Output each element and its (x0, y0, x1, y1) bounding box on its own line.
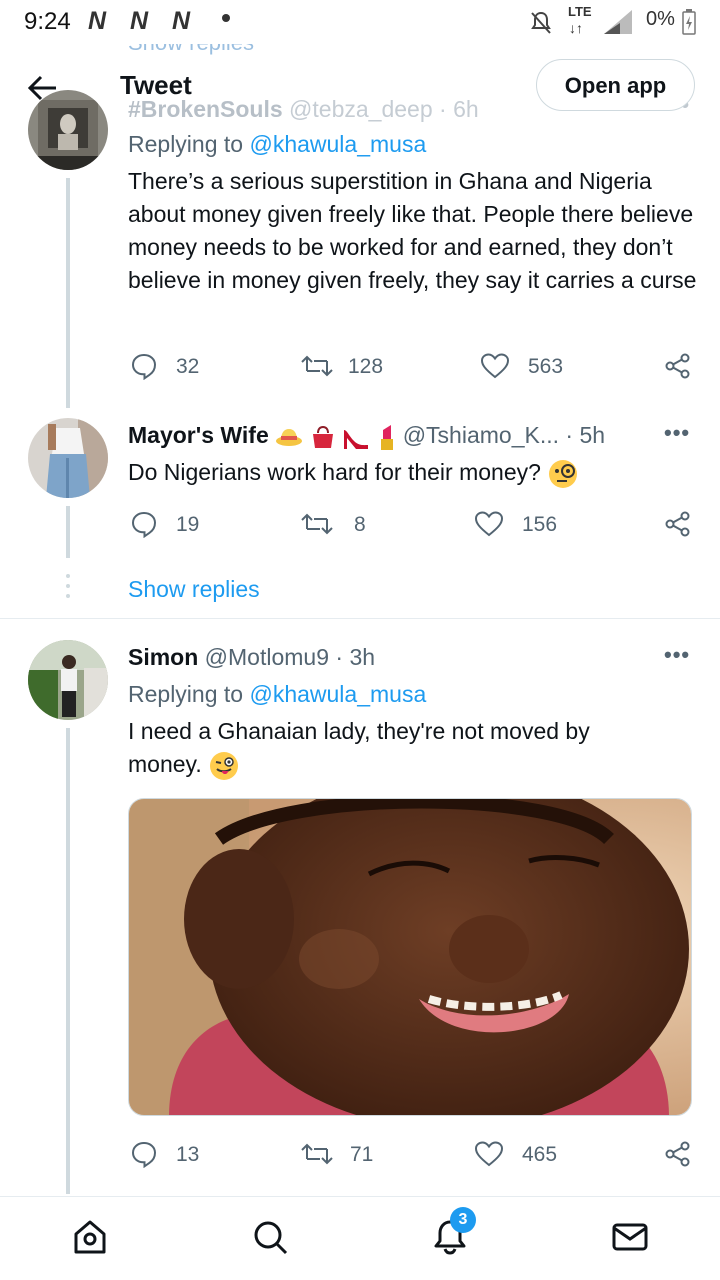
lte-label: LTE (568, 4, 592, 19)
mention-link[interactable]: @khawula_musa (249, 131, 426, 157)
like-count: 465 (522, 1143, 558, 1166)
tweet-text: I need a Ghanaian lady, they're not move… (128, 715, 648, 782)
status-bar: 9:24 N N N LTE ↓↑ 0% (0, 0, 720, 44)
share-icon (665, 511, 690, 537)
replying-to: Replying to @khawula_musa (128, 131, 427, 157)
tweet-text: There’s a serious superstition in Ghana … (128, 168, 697, 293)
retweet-count: 128 (348, 355, 384, 378)
tweet-item[interactable]: Mayor's Wife @Tshiamo_K... · 5h ••• Do N… (0, 416, 720, 616)
mute-icon (531, 11, 551, 34)
header-bar: Show replies Tweet Open app (0, 30, 720, 120)
like-count: 563 (528, 355, 564, 378)
tweet-media-image[interactable] (128, 798, 692, 1116)
reply-icon (131, 353, 157, 380)
heart-icon (474, 511, 504, 537)
retweet-icon (301, 355, 333, 377)
network-icon: N (172, 7, 191, 35)
tweet-author[interactable]: Simon @Motlomu9 · 3h (128, 644, 375, 671)
back-arrow-icon[interactable] (26, 70, 62, 106)
heart-icon (474, 1141, 504, 1167)
more-options-icon[interactable]: ••• (664, 642, 690, 668)
thread-line (66, 178, 70, 408)
battery-percent: 0% (646, 8, 675, 30)
laughing-child-photo (129, 799, 691, 1115)
notification-dot (222, 14, 230, 22)
reply-count: 32 (176, 355, 200, 378)
reply-count: 19 (176, 513, 200, 536)
reply-icon (131, 1141, 157, 1168)
winking-tongue-emoji-icon (210, 751, 239, 780)
network-icon: N (130, 7, 149, 35)
like-count: 156 (522, 513, 558, 536)
more-options-icon[interactable]: ••• (664, 420, 690, 446)
open-app-button[interactable]: Open app (536, 59, 695, 111)
mail-icon[interactable] (610, 1217, 650, 1257)
thread-dots (66, 574, 70, 604)
heart-icon (480, 353, 510, 379)
thread-line (66, 506, 70, 558)
monocle-face-emoji-icon (549, 459, 578, 488)
retweet-count: 71 (350, 1143, 374, 1166)
high-heel-emoji-icon (343, 429, 368, 449)
status-time: 9:24 (24, 8, 71, 35)
data-arrows-icon: ↓↑ (569, 20, 583, 36)
page-title: Tweet (120, 70, 192, 100)
battery-icon (682, 9, 696, 35)
tweet-item[interactable]: Simon @Motlomu9 · 3h ••• Replying to @kh… (0, 638, 720, 1194)
replying-to: Replying to @khawula_musa (128, 681, 427, 707)
retweet-count: 8 (354, 513, 366, 536)
tweet-item[interactable]: #BrokenSouls @tebza_deep · 6h ••• Replyi… (0, 88, 720, 408)
bottom-nav: 3 (0, 1196, 720, 1280)
tweet-author[interactable]: Mayor's Wife @Tshiamo_K... · 5h (128, 422, 605, 451)
retweet-icon (301, 1143, 333, 1165)
notification-badge: 3 (450, 1207, 476, 1233)
reply-count: 13 (176, 1143, 200, 1166)
lipstick-emoji-icon (381, 424, 394, 450)
divider (0, 618, 720, 619)
home-icon[interactable] (70, 1217, 110, 1257)
retweet-icon (301, 513, 333, 535)
share-icon (665, 353, 690, 379)
hat-emoji-icon (276, 428, 303, 446)
mention-link[interactable]: @khawula_musa (249, 681, 426, 707)
tweet-text: Do Nigerians work hard for their money? (128, 456, 698, 490)
reply-icon (131, 511, 157, 538)
network-icon: N (88, 7, 107, 35)
thread-line (66, 728, 70, 1194)
search-icon[interactable] (250, 1217, 290, 1257)
avatar[interactable] (28, 640, 108, 720)
signal-icon (604, 10, 632, 34)
share-icon (665, 1141, 690, 1167)
handbag-emoji-icon (312, 425, 333, 448)
show-replies-link[interactable]: Show replies (128, 576, 260, 603)
avatar[interactable] (28, 418, 108, 498)
